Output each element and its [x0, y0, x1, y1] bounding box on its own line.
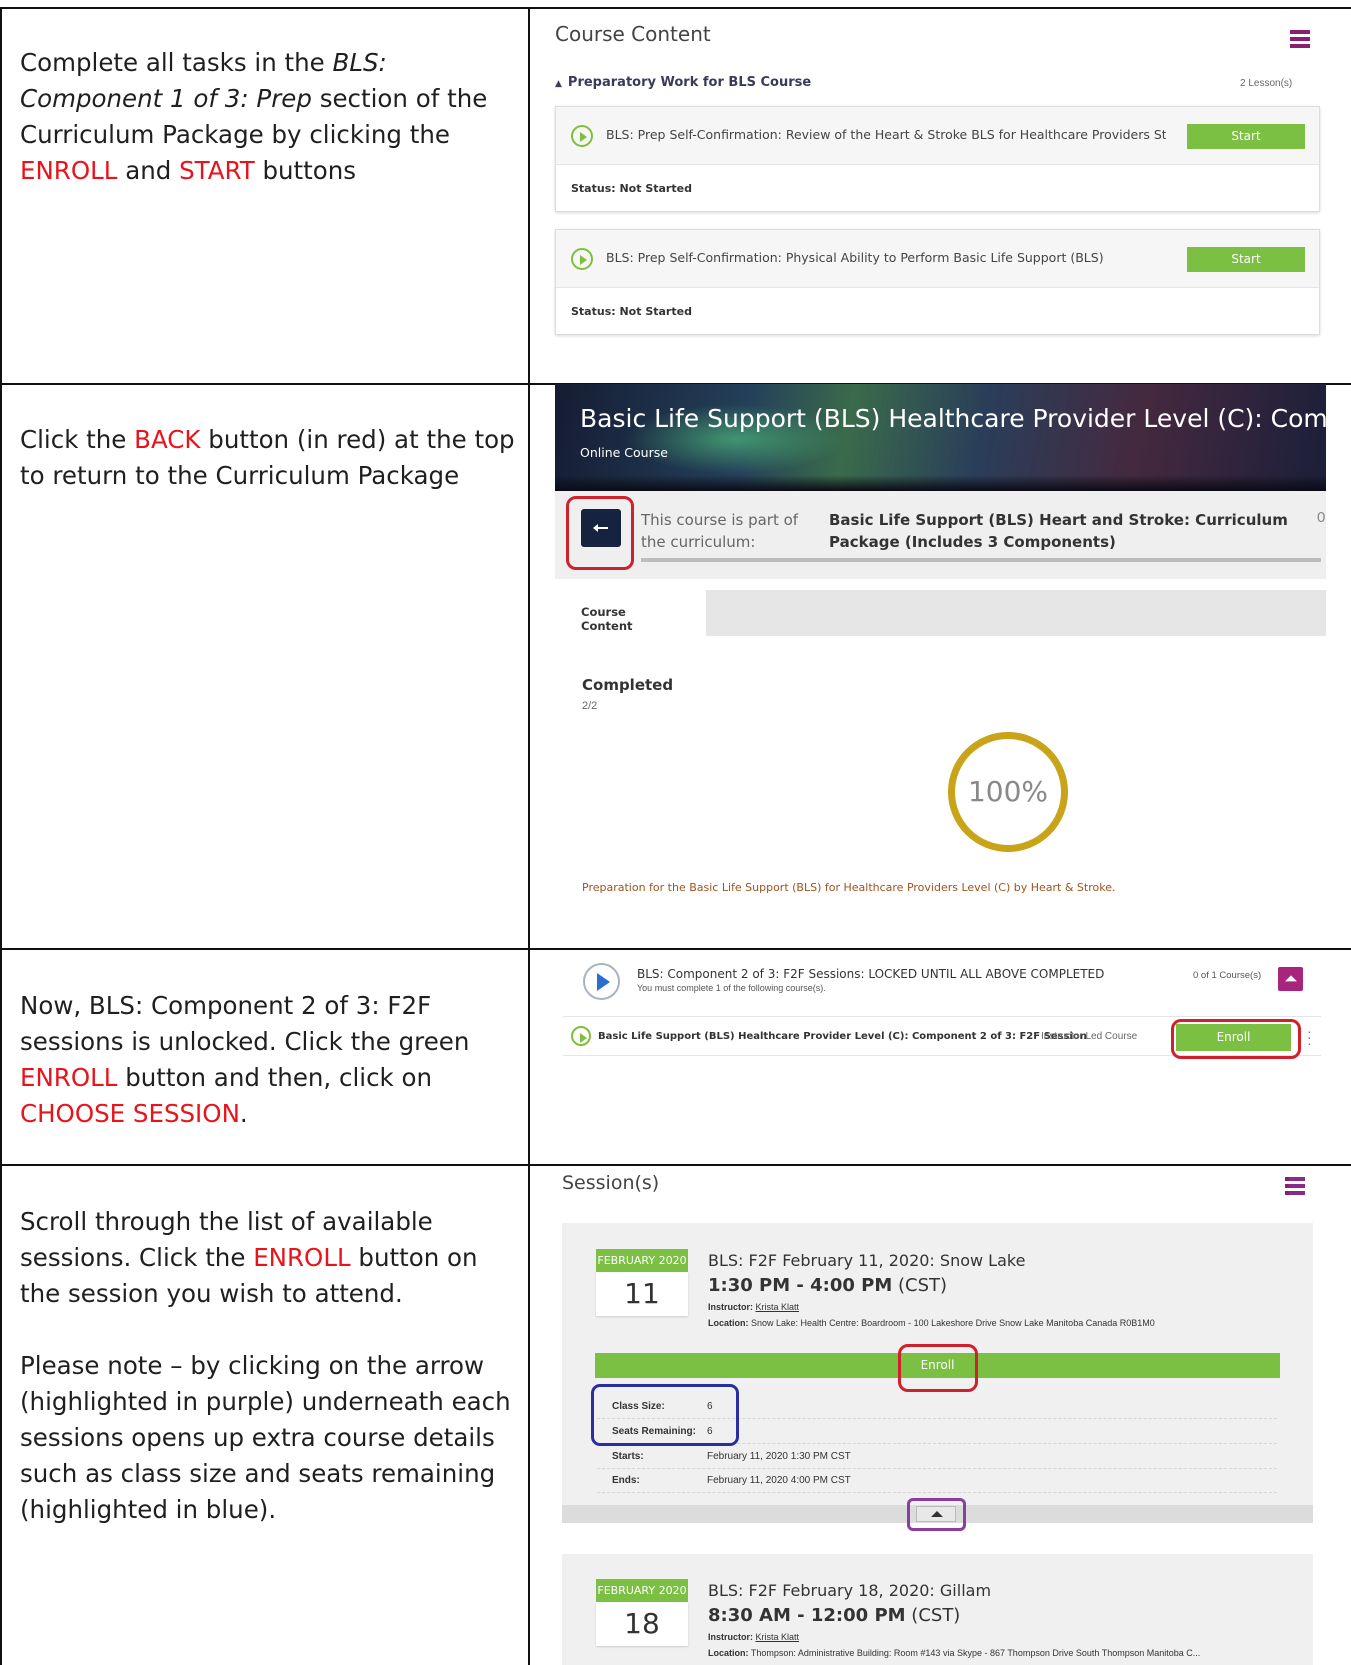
instructor-link[interactable]: Krista Klatt	[756, 1302, 800, 1312]
start-button[interactable]: Start	[1187, 247, 1305, 272]
curriculum-progress-track	[641, 558, 1321, 562]
play-icon	[571, 248, 593, 270]
session-month: FEBRUARY 2020	[596, 1579, 688, 1602]
session-card: FEBRUARY 2020 18 BLS: F2F February 18, 2…	[562, 1554, 1313, 1665]
lesson-count: 2 Lesson(s)	[1240, 78, 1293, 89]
instruction-step-2: Click the BACK button (in red) at the to…	[20, 425, 515, 490]
play-icon	[583, 963, 620, 1000]
lesson-card: BLS: Prep Self-Confirmation: Physical Ab…	[555, 229, 1320, 335]
expand-arrow-highlight	[907, 1498, 966, 1531]
session-location: Location: Snow Lake: Health Centre: Boar…	[708, 1318, 1155, 1328]
session-instructor: Instructor: Krista Klatt	[708, 1632, 800, 1642]
component-title: BLS: Component 2 of 3: F2F Sessions: LOC…	[637, 967, 1105, 981]
session-name: BLS: F2F February 18, 2020: Gillam	[708, 1581, 992, 1600]
play-icon	[571, 1026, 591, 1046]
progress-ring: 100%	[948, 732, 1068, 852]
lesson-status: Status: Not Started	[571, 182, 692, 195]
session-instructor: Instructor: Krista Klatt	[708, 1302, 800, 1312]
start-keyword: START	[179, 156, 255, 185]
table-row-divider-3	[0, 1164, 1351, 1166]
curriculum-link[interactable]: Basic Life Support (BLS) Heart and Strok…	[829, 509, 1299, 553]
curriculum-label: This course is part of the curriculum:	[641, 511, 799, 551]
list-view-icon[interactable]	[1290, 30, 1310, 48]
session-day: 11	[596, 1272, 688, 1316]
course-type: Instructor Led Course	[1041, 1031, 1138, 1042]
tab-bar: Course Content	[555, 590, 1326, 636]
session-location: Location: Thompson: Administrative Build…	[708, 1648, 1201, 1658]
session-time: 1:30 PM - 4:00 PM (CST)	[708, 1275, 948, 1296]
enroll-keyword: ENROLL	[20, 1063, 118, 1092]
lesson-status: Status: Not Started	[571, 305, 692, 318]
session-day: 18	[596, 1602, 688, 1646]
lesson-card: BLS: Prep Self-Confirmation: Review of t…	[555, 106, 1320, 212]
curriculum-trailing-value: 0	[1317, 509, 1326, 526]
instruction-step-1: Complete all tasks in the BLS: Component…	[20, 48, 488, 185]
table-border-left	[0, 7, 2, 1665]
course-banner: Basic Life Support (BLS) Healthcare Prov…	[555, 384, 1326, 491]
detail-row: Ends: February 11, 2020 4:00 PM CST	[597, 1469, 1277, 1493]
choose-session-keyword: CHOOSE SESSION	[20, 1099, 240, 1128]
session-time: 8:30 AM - 12:00 PM (CST)	[708, 1605, 961, 1626]
table-border-top	[0, 7, 1351, 9]
back-keyword: BACK	[134, 425, 201, 454]
instructor-link[interactable]: Krista Klatt	[756, 1632, 800, 1642]
lesson-name[interactable]: BLS: Prep Self-Confirmation: Review of t…	[606, 127, 1166, 142]
collapse-arrow-icon: ▲	[555, 79, 562, 89]
enroll-button-highlight	[898, 1344, 978, 1392]
list-view-icon[interactable]	[1285, 1177, 1305, 1195]
lesson-name[interactable]: BLS: Prep Self-Confirmation: Physical Ab…	[606, 250, 1166, 265]
section-header-preparatory[interactable]: ▲ Preparatory Work for BLS Course	[555, 75, 811, 90]
instruction-step-4: Scroll through the list of available ses…	[20, 1207, 511, 1524]
collapse-arrow-icon[interactable]	[1278, 967, 1303, 991]
enroll-keyword: ENROLL	[20, 156, 118, 185]
sessions-title: Session(s)	[562, 1172, 660, 1194]
play-icon	[571, 125, 593, 147]
curriculum-bar: This course is part of the curriculum: B…	[555, 491, 1326, 579]
component-course-count: 0 of 1 Course(s)	[1193, 970, 1262, 981]
course-content-title: Course Content	[555, 22, 711, 46]
enroll-keyword: ENROLL	[253, 1243, 351, 1272]
course-description: Preparation for the Basic Life Support (…	[582, 881, 1116, 894]
back-button-highlight	[566, 496, 634, 570]
table-border-middle	[528, 7, 530, 1665]
course-name[interactable]: Basic Life Support (BLS) Healthcare Prov…	[598, 1031, 1087, 1042]
class-size-highlight	[591, 1384, 739, 1446]
more-options-icon[interactable]: · · ·	[1307, 1024, 1312, 1050]
course-banner-title: Basic Life Support (BLS) Healthcare Prov…	[580, 404, 1326, 433]
instruction-step-3: Now, BLS: Component 2 of 3: F2F sessions…	[20, 991, 470, 1128]
enroll-button-highlight	[1171, 1019, 1301, 1059]
tab-course-content[interactable]: Course Content	[555, 590, 706, 636]
completed-label: Completed	[582, 676, 674, 694]
component-subtitle: You must complete 1 of the following cou…	[637, 983, 826, 993]
completed-count: 2/2	[582, 700, 598, 712]
session-month: FEBRUARY 2020	[596, 1249, 688, 1272]
start-button[interactable]: Start	[1187, 124, 1305, 149]
session-name: BLS: F2F February 11, 2020: Snow Lake	[708, 1251, 1026, 1270]
course-banner-subtitle: Online Course	[580, 445, 668, 460]
detail-row: Starts: February 11, 2020 1:30 PM CST	[597, 1445, 1277, 1469]
